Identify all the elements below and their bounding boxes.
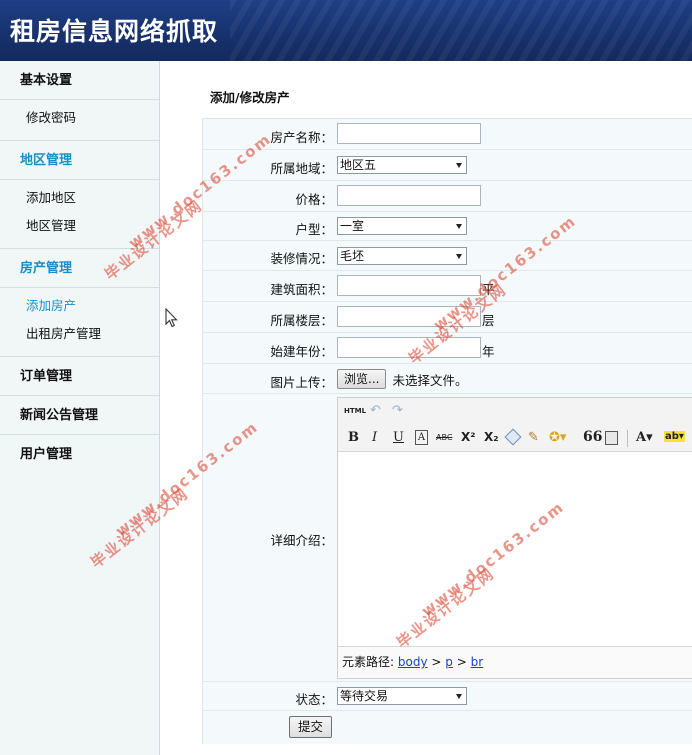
form-row-detail: 详细介绍： HTML ↶ ↷ B I U A ABC X² X₂ ✎ ✪▾ 66…: [203, 394, 692, 682]
chevron-down-icon: [456, 163, 462, 168]
sidebar-group-news[interactable]: 新闻公告管理: [0, 396, 159, 435]
path-link-p[interactable]: p: [445, 655, 453, 669]
form-row-year: 始建年份： 年: [203, 333, 692, 364]
year-unit: 年: [482, 344, 495, 359]
decoration-select[interactable]: 毛坯: [337, 247, 467, 265]
upload-label: 图片上传：: [270, 375, 333, 390]
italic-icon[interactable]: I: [372, 430, 377, 445]
page-title: 添加/修改房产: [210, 90, 290, 105]
no-file-text: 未选择文件。: [392, 372, 468, 388]
area-unit: 平: [482, 282, 495, 297]
editor-toolbar-top: HTML ↶ ↷: [338, 398, 692, 426]
main-content: 添加/修改房产 房产名称： 所属地域： 地区五 价格： 户型： 一室 装修情况：…: [161, 61, 692, 755]
sidebar-item-rental-manage[interactable]: 出租房产管理: [0, 320, 159, 348]
status-select-value: 等待交易: [340, 689, 389, 703]
bold-icon[interactable]: B: [348, 430, 359, 445]
floor-input[interactable]: [337, 306, 481, 327]
decoration-label: 装修情况：: [270, 251, 333, 266]
strikethrough-icon[interactable]: ABC: [436, 433, 452, 442]
font-color-label: A: [636, 430, 647, 445]
subscript-icon[interactable]: X₂: [484, 430, 499, 444]
sidebar: 基本设置 修改密码 地区管理 添加地区 地区管理 房产管理 添加房产 出租房产管…: [0, 61, 160, 755]
rich-text-editor: HTML ↶ ↷ B I U A ABC X² X₂ ✎ ✪▾ 66 A▾ ab…: [337, 397, 692, 679]
undo-icon[interactable]: ↶: [370, 403, 381, 418]
path-link-body[interactable]: body: [398, 655, 428, 669]
editor-toolbar-format: B I U A ABC X² X₂ ✎ ✪▾ 66 A▾ ab▾: [338, 426, 692, 452]
sidebar-item-change-password[interactable]: 修改密码: [0, 104, 159, 132]
area-input[interactable]: [337, 275, 481, 296]
form-row-floor: 所属楼层： 层: [203, 302, 692, 333]
eraser-icon[interactable]: [504, 428, 522, 446]
year-label: 始建年份：: [270, 344, 333, 359]
layout-select-value: 一室: [340, 219, 365, 233]
form-row-submit: 提交: [203, 711, 692, 744]
sidebar-group-region[interactable]: 地区管理: [0, 141, 159, 180]
font-color-icon[interactable]: A▾: [636, 430, 653, 445]
submit-button[interactable]: 提交: [289, 716, 333, 738]
redo-icon[interactable]: ↷: [392, 403, 403, 418]
editor-element-path: 元素路径: body > p > br: [338, 646, 692, 678]
layout-label: 户型：: [295, 222, 333, 237]
year-input[interactable]: [337, 337, 481, 358]
form-row-price: 价格：: [203, 181, 692, 212]
quote-icon[interactable]: 66: [583, 429, 602, 445]
path-separator: >: [431, 655, 442, 669]
toolbar-divider: [627, 430, 628, 447]
decoration-select-value: 毛坯: [340, 249, 365, 263]
form-row-status: 状态： 等待交易: [203, 682, 692, 711]
form-row-decoration: 装修情况： 毛坯: [203, 241, 692, 271]
floor-unit: 层: [482, 313, 495, 328]
form-row-upload: 图片上传： 浏览... 未选择文件。: [203, 364, 692, 394]
paste-plain-icon[interactable]: [605, 431, 618, 445]
sidebar-sub-region: 添加地区 地区管理: [0, 180, 159, 249]
area-label: 建筑面积：: [270, 282, 333, 297]
status-select[interactable]: 等待交易: [337, 687, 467, 705]
app-title: 租房信息网络抓取: [10, 17, 219, 46]
html-source-icon[interactable]: HTML: [344, 407, 366, 415]
chevron-down-icon: [456, 694, 462, 699]
sidebar-item-add-region[interactable]: 添加地区: [0, 184, 159, 212]
sidebar-group-property[interactable]: 房产管理: [0, 249, 159, 288]
auto-format-icon[interactable]: ✪▾: [549, 430, 566, 445]
layout-select[interactable]: 一室: [337, 217, 467, 235]
sidebar-group-orders[interactable]: 订单管理: [0, 357, 159, 396]
floor-label: 所属楼层：: [270, 313, 333, 328]
superscript-icon[interactable]: X²: [461, 430, 476, 444]
form-row-area: 建筑面积： 平: [203, 271, 692, 302]
name-label: 房产名称：: [270, 130, 333, 145]
form-row-region: 所属地域： 地区五: [203, 150, 692, 181]
browse-button[interactable]: 浏览...: [337, 369, 387, 389]
path-separator: >: [456, 655, 467, 669]
sidebar-sub-property: 添加房产 出租房产管理: [0, 288, 159, 357]
chevron-down-icon: [456, 224, 462, 229]
app-header: 租房信息网络抓取: [0, 0, 692, 61]
name-input[interactable]: [337, 123, 481, 144]
region-select-value: 地区五: [340, 158, 377, 172]
form-row-name: 房产名称：: [203, 119, 692, 150]
sidebar-group-users[interactable]: 用户管理: [0, 435, 159, 474]
sidebar-sub-basic-settings: 修改密码: [0, 100, 159, 141]
chevron-down-icon: [456, 254, 462, 259]
property-form: 房产名称： 所属地域： 地区五 价格： 户型： 一室 装修情况： 毛坯 建筑面积…: [202, 118, 692, 744]
sidebar-item-region-manage[interactable]: 地区管理: [0, 212, 159, 240]
status-label: 状态：: [295, 692, 333, 707]
highlight-color-icon[interactable]: ab▾: [664, 431, 685, 442]
region-select[interactable]: 地区五: [337, 156, 467, 174]
sidebar-group-basic-settings[interactable]: 基本设置: [0, 61, 159, 100]
price-input[interactable]: [337, 185, 481, 206]
editor-content-area[interactable]: [338, 453, 692, 647]
price-label: 价格：: [295, 192, 333, 207]
form-row-layout: 户型： 一室: [203, 212, 692, 241]
underline-icon[interactable]: U: [393, 430, 404, 445]
path-link-br[interactable]: br: [471, 655, 484, 669]
header-pattern: [230, 0, 692, 61]
mouse-cursor-icon: [165, 308, 178, 328]
sidebar-item-add-property[interactable]: 添加房产: [0, 292, 159, 320]
detail-label: 详细介绍：: [270, 533, 333, 548]
region-label: 所属地域：: [270, 161, 333, 176]
element-path-label: 元素路径:: [342, 655, 395, 669]
font-border-icon[interactable]: A: [415, 430, 428, 445]
format-brush-icon[interactable]: ✎: [528, 430, 539, 445]
